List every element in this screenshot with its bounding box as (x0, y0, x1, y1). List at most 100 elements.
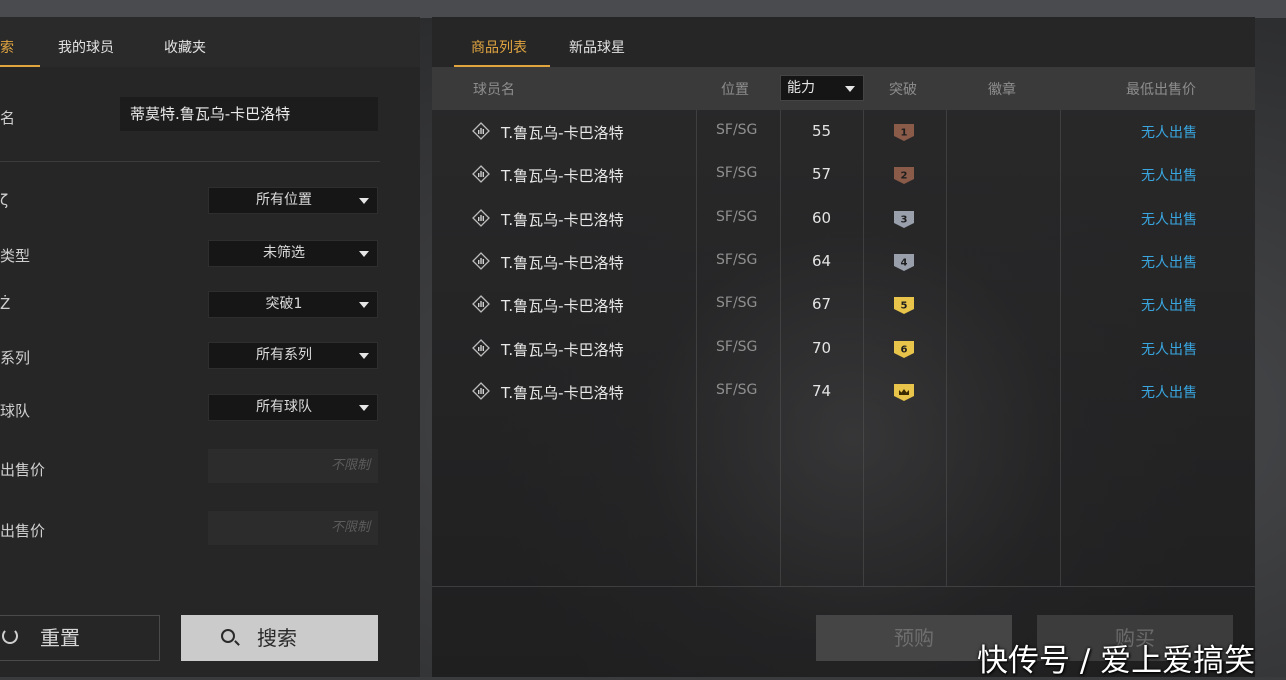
tab-new-stars[interactable]: 新品球星 (569, 37, 625, 57)
table-row[interactable]: T.鲁瓦乌-卡巴洛特 SF/SG 64 4 无人出售 (432, 240, 1255, 283)
chevron-down-icon (359, 353, 369, 359)
player-name: T.鲁瓦乌-卡巴洛特 (501, 124, 624, 142)
breakthrough-badge-icon (894, 383, 914, 401)
player-name: T.鲁瓦乌-卡巴洛特 (501, 167, 624, 186)
ability-sort-dropdown[interactable]: 能力 (780, 75, 864, 101)
max-price-input[interactable]: 不限制 (208, 511, 378, 545)
player-card-icon (472, 122, 490, 140)
watermark: 快传号 / 爱上爱搞笑 (977, 643, 1256, 679)
lowest-price-link[interactable]: 无人出售 (1141, 209, 1197, 229)
filter-panel: 索 我的球员 收藏夹 名 蒂莫特.鲁瓦乌-卡巴洛特 ζ 所有位置 类型 未筛选 … (0, 17, 420, 677)
player-name-input[interactable]: 蒂莫特.鲁瓦乌-卡巴洛特 (120, 97, 378, 131)
player-position: SF/SG (716, 165, 758, 182)
player-position: SF/SG (716, 122, 758, 138)
player-position: SF/SG (716, 295, 758, 312)
breakthrough-dropdown[interactable]: 突破1 (208, 291, 378, 318)
player-name: T.鲁瓦乌-卡巴洛特 (501, 383, 624, 402)
lowest-price-link[interactable]: 无人出售 (1141, 165, 1197, 185)
breakthrough-label: Ż (0, 295, 11, 313)
player-ability: 55 (812, 122, 832, 140)
breakthrough-badge-icon: 3 (894, 210, 914, 228)
player-name: T.鲁瓦乌-卡巴洛特 (501, 210, 624, 229)
search-button-label: 搜索 (257, 626, 297, 650)
tab-search[interactable]: 索 (0, 37, 14, 57)
breakthrough-level: 2 (901, 171, 908, 182)
tab-favorites[interactable]: 收藏夹 (164, 37, 206, 57)
position-dropdown[interactable]: 所有位置 (208, 187, 378, 214)
tab-active-underline (0, 65, 40, 67)
breakthrough-dropdown-value: 突破1 (265, 296, 303, 312)
market-panel: 商品列表 新品球星 球员名 位置 能力 突破 徽章 最低出售价 T.鲁瓦乌-卡巴… (432, 17, 1255, 677)
breakthrough-badge-icon: 5 (894, 297, 914, 315)
type-dropdown[interactable]: 未筛选 (208, 240, 378, 267)
lowest-price-link[interactable]: 无人出售 (1141, 252, 1197, 272)
table-header: 球员名 位置 能力 突破 徽章 最低出售价 (432, 67, 1255, 110)
series-dropdown-value: 所有系列 (256, 347, 312, 363)
market-tabbar: 商品列表 新品球星 (432, 17, 1255, 67)
lowest-price-link[interactable]: 无人出售 (1141, 339, 1197, 359)
position-label: ζ (0, 191, 9, 209)
breakthrough-badge-icon: 1 (894, 124, 914, 141)
header-badge[interactable]: 徽章 (988, 79, 1016, 99)
header-min-price[interactable]: 最低出售价 (1126, 79, 1196, 99)
table-row[interactable]: T.鲁瓦乌-卡巴洛特 SF/SG 67 5 无人出售 (432, 283, 1255, 326)
background-top-strip (0, 0, 1286, 18)
player-ability: 70 (812, 338, 832, 357)
table-row[interactable]: T.鲁瓦乌-卡巴洛特 SF/SG 74 无人出售 (432, 370, 1255, 413)
table-row[interactable]: T.鲁瓦乌-卡巴洛特 SF/SG 57 2 无人出售 (432, 153, 1255, 196)
breakthrough-badge-icon: 4 (894, 253, 914, 271)
header-player[interactable]: 球员名 (473, 79, 515, 99)
breakthrough-badge-icon: 2 (894, 167, 914, 185)
breakthrough-level: 3 (901, 214, 908, 225)
series-dropdown[interactable]: 所有系列 (208, 342, 378, 369)
search-icon (221, 629, 235, 643)
player-card-icon (472, 208, 490, 227)
player-name: T.鲁瓦乌-卡巴洛特 (501, 340, 624, 359)
player-card-icon (472, 251, 490, 270)
player-position: SF/SG (716, 381, 758, 398)
lowest-price-link[interactable]: 无人出售 (1141, 382, 1197, 402)
series-label: 系列 (0, 349, 31, 367)
player-ability: 74 (812, 381, 832, 400)
lowest-price-link[interactable]: 无人出售 (1141, 122, 1197, 142)
type-label: 类型 (0, 247, 31, 265)
name-label: 名 (0, 109, 16, 127)
search-button[interactable]: 搜索 (181, 615, 378, 661)
chevron-down-icon (359, 405, 369, 411)
filter-tabbar: 索 我的球员 收藏夹 (0, 17, 420, 67)
team-label: 球队 (0, 402, 31, 420)
header-position[interactable]: 位置 (721, 79, 749, 99)
tab-item-list[interactable]: 商品列表 (471, 37, 527, 57)
refresh-icon (2, 628, 18, 644)
player-ability: 67 (812, 295, 832, 314)
chevron-down-icon (359, 251, 369, 257)
chevron-down-icon (359, 302, 369, 308)
player-ability: 64 (812, 251, 832, 270)
table-row[interactable]: T.鲁瓦乌-卡巴洛特 SF/SG 60 3 无人出售 (432, 197, 1255, 240)
lowest-price-link[interactable]: 无人出售 (1141, 295, 1197, 315)
team-dropdown-value: 所有球队 (256, 399, 312, 415)
player-card-icon (472, 338, 490, 357)
player-card-icon (472, 381, 490, 400)
ability-sort-label: 能力 (787, 80, 815, 96)
table-row[interactable]: T.鲁瓦乌-卡巴洛特 SF/SG 70 6 无人出售 (432, 327, 1255, 370)
tab-my-players[interactable]: 我的球员 (58, 37, 114, 57)
min-price-label: 出售价 (0, 461, 46, 479)
breakthrough-level: 1 (901, 128, 908, 139)
header-breakthrough[interactable]: 突破 (889, 79, 917, 99)
player-position: SF/SG (716, 208, 758, 225)
player-ability: 60 (812, 208, 832, 227)
team-dropdown[interactable]: 所有球队 (208, 394, 378, 421)
breakthrough-level: 6 (901, 344, 908, 355)
table-bottom-divider (432, 586, 1255, 587)
reset-button[interactable]: 重置 (0, 615, 160, 661)
breakthrough-badge-icon: 6 (894, 340, 914, 358)
position-dropdown-value: 所有位置 (256, 192, 312, 208)
min-price-input[interactable]: 不限制 (208, 449, 378, 483)
chevron-down-icon (845, 86, 855, 92)
player-card-icon (472, 295, 490, 314)
type-dropdown-value: 未筛选 (263, 245, 305, 261)
divider (0, 161, 380, 162)
player-name: T.鲁瓦乌-卡巴洛特 (501, 253, 624, 272)
table-row[interactable]: T.鲁瓦乌-卡巴洛特 SF/SG 55 1 无人出售 (432, 110, 1255, 153)
